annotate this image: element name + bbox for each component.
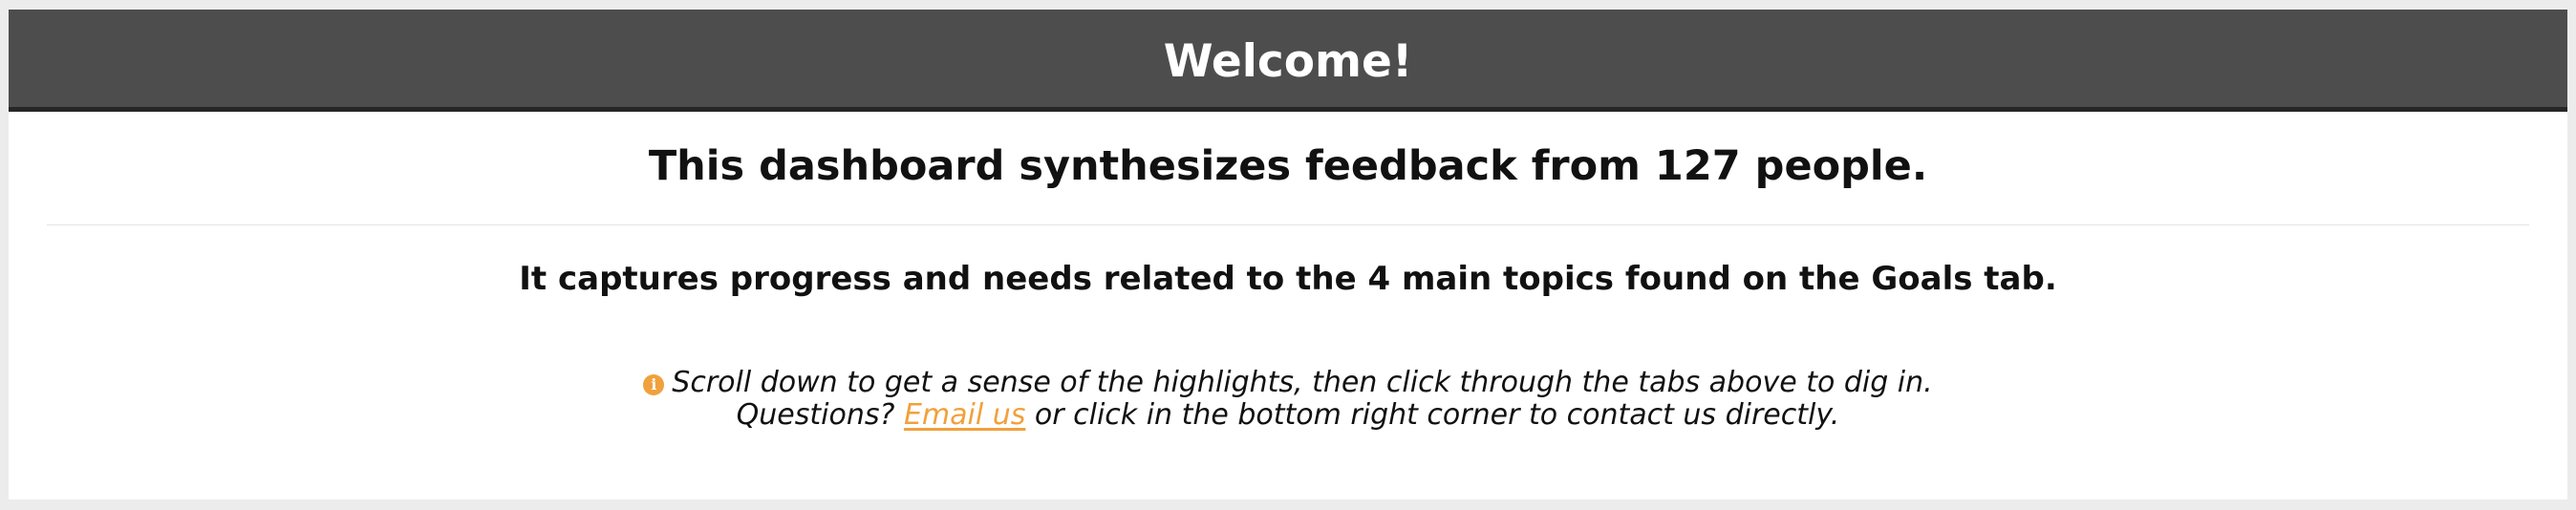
info-message: i Scroll down to get a sense of the highl… [9,367,2567,432]
info-line-1: i Scroll down to get a sense of the highl… [9,367,2567,399]
info-line-2: Questions? Email us or click in the bott… [9,399,2567,432]
info-line-1-text: Scroll down to get a sense of the highli… [672,366,1933,400]
info-line-2-prefix: Questions? [736,398,904,433]
welcome-header: Welcome! [9,10,2567,112]
page-headline: This dashboard synthesizes feedback from… [648,142,1928,190]
page-subheading: It captures progress and needs related t… [519,259,2057,298]
section-divider [47,223,2529,225]
info-line-2-suffix: or click in the bottom right corner to c… [1025,398,1840,433]
info-circle-icon: i [643,374,665,396]
header-title: Welcome! [1163,34,1413,88]
email-us-link[interactable]: Email us [904,398,1025,432]
welcome-panel: Welcome! This dashboard synthesizes feed… [9,10,2567,499]
